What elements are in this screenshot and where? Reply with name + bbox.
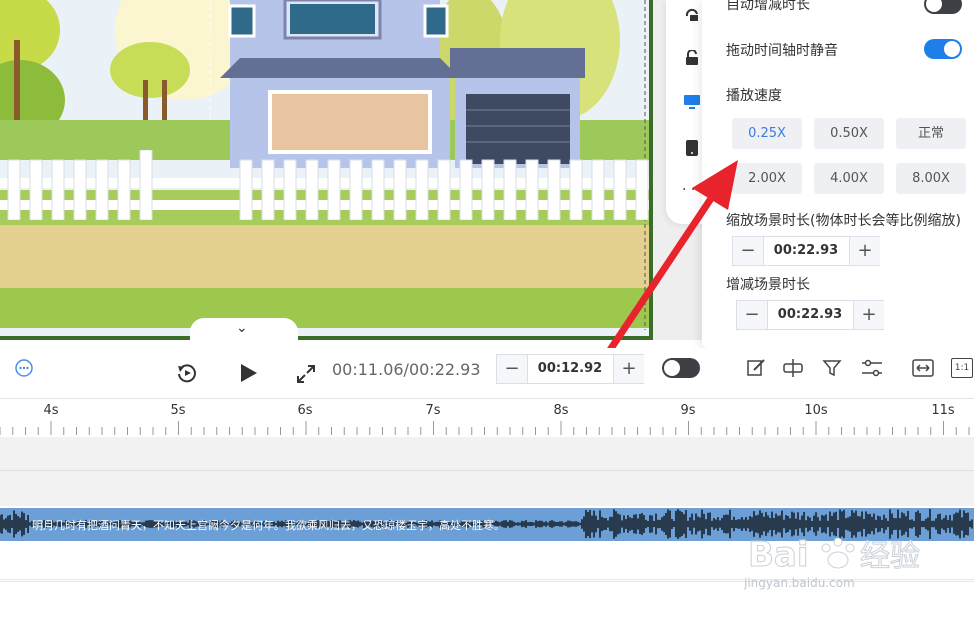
mute-while-drag-toggle[interactable] — [924, 39, 962, 59]
timeline-ruler[interactable]: 4s 5s 6s 7s 8s 9s 10s 11s — [0, 398, 974, 438]
timeline-track[interactable] — [0, 471, 974, 506]
unlock-icon[interactable] — [684, 50, 700, 66]
adjust-duration-input[interactable]: 00:22.93 — [768, 301, 852, 329]
duration-decrease-button[interactable]: − — [497, 355, 528, 383]
ruler-tick-label: 4s — [43, 403, 59, 418]
annotation-arrow — [606, 160, 738, 354]
ratio-icon[interactable]: 1:1 — [951, 358, 973, 378]
adjust-duration-increase-button[interactable]: + — [853, 301, 884, 329]
speed-option-0.25x[interactable]: 0.25X — [732, 118, 802, 149]
monitor-icon[interactable] — [684, 94, 700, 110]
svg-text:经验: 经验 — [860, 539, 920, 574]
speed-option-0.50x[interactable]: 0.50X — [814, 118, 884, 149]
rotate-icon[interactable] — [684, 6, 700, 22]
timeline-track[interactable] — [0, 437, 974, 471]
collapse-canvas-button[interactable]: ⌄ — [190, 318, 298, 342]
auto-duration-toggle[interactable] — [924, 0, 962, 14]
scale-duration-stepper: − 00:22.93 + — [732, 236, 880, 266]
edit-icon[interactable] — [746, 358, 766, 378]
time-display: 00:11.06/00:22.93 — [332, 360, 481, 379]
replay-icon[interactable] — [176, 362, 198, 384]
ruler-ticks — [0, 421, 970, 435]
ruler-tick-label: 7s — [425, 403, 441, 418]
watermark-url: jingyan.baidu.com — [744, 576, 855, 590]
mute-while-drag-label: 拖动时间轴时静音 — [726, 43, 838, 59]
playback-speed-title: 播放速度 — [726, 88, 782, 104]
duration-increase-button[interactable]: + — [613, 355, 644, 383]
speed-option-normal[interactable]: 正常 — [896, 118, 966, 149]
fit-width-icon[interactable] — [912, 358, 934, 378]
scene-canvas[interactable] — [0, 0, 653, 340]
chevron-down-icon: ⌄ — [236, 320, 248, 336]
ruler-tick-label: 6s — [297, 403, 313, 418]
canvas-frame — [0, 0, 653, 340]
speed-option-4.00x[interactable]: 4.00X — [814, 163, 884, 194]
duration-input[interactable]: 00:12.92 — [528, 355, 612, 383]
play-icon[interactable] — [238, 362, 260, 384]
ruler-tick-label: 8s — [553, 403, 569, 418]
split-icon[interactable] — [782, 358, 804, 378]
speed-option-8.00x[interactable]: 8.00X — [896, 163, 966, 194]
audio-subtitle-text: 明月几时有把酒问青天，不知天上宫阙今夕是何年。我欲乘风归去，又恐琼楼玉宇，高处不… — [32, 519, 505, 532]
playback-toolbar: 00:11.06/00:22.93 − 00:12.92 + 1:1 — [0, 348, 974, 396]
filter-icon[interactable] — [822, 358, 842, 378]
more-circle-icon[interactable] — [14, 358, 34, 378]
ruler-tick-label: 10s — [804, 403, 828, 418]
scale-duration-label: 缩放场景时长(物体时长会等比例缩放) — [726, 213, 961, 229]
scale-duration-input[interactable]: 00:22.93 — [764, 237, 848, 265]
timeline-toggle[interactable] — [662, 358, 700, 378]
duration-stepper: − 00:12.92 + — [496, 354, 644, 384]
auto-duration-label: 自动增减时长 — [726, 0, 810, 13]
fullscreen-icon[interactable] — [296, 364, 316, 384]
settings-sliders-icon[interactable] — [860, 358, 884, 378]
scale-duration-increase-button[interactable]: + — [849, 237, 880, 265]
ruler-tick-label: 9s — [680, 403, 696, 418]
ruler-tick-label: 11s — [931, 403, 955, 418]
adjust-duration-stepper: − 00:22.93 + — [736, 300, 884, 330]
ruler-tick-label: 5s — [170, 403, 186, 418]
svg-text:Bai: Bai — [748, 535, 809, 575]
